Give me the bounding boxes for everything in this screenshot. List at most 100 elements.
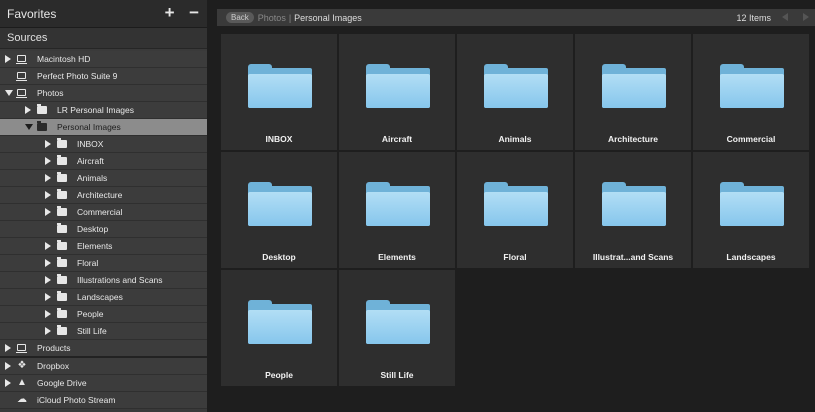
folder-icon (37, 121, 47, 131)
disclosure-closed-icon[interactable] (45, 191, 51, 199)
disclosure-closed-icon[interactable] (45, 293, 51, 301)
folder-tile[interactable]: Commercial (693, 34, 809, 150)
folder-tile[interactable]: Floral (457, 152, 573, 268)
sidebar-item-label: INBOX (77, 139, 104, 149)
sidebar-item[interactable]: ☁ iCloud Photo Stream (0, 392, 207, 409)
sidebar-item[interactable]: People (0, 306, 207, 323)
sidebar-item-label: Floral (77, 258, 99, 268)
breadcrumb-parent[interactable]: Photos (258, 13, 286, 23)
sidebar-item[interactable]: Landscapes (0, 289, 207, 306)
drive-icon (16, 55, 27, 64)
sources-header: Sources (0, 28, 207, 49)
disclosure-closed-icon[interactable] (45, 208, 51, 216)
folder-label: Desktop (262, 252, 296, 262)
folder-icon (57, 155, 67, 165)
folder-tile[interactable]: Landscapes (693, 152, 809, 268)
sidebar-item[interactable]: Photos (0, 85, 207, 102)
disclosure-closed-icon[interactable] (45, 157, 51, 165)
disclosure-closed-icon[interactable] (45, 259, 51, 267)
folder-tile[interactable]: People (221, 270, 337, 386)
sidebar-item-label: Elements (77, 241, 113, 251)
folder-icon (57, 274, 67, 284)
sidebar-item[interactable]: Perfect Photo Suite 9 (0, 68, 207, 85)
folder-icon (366, 182, 430, 226)
folder-tile[interactable]: Elements (339, 152, 455, 268)
dropbox-icon: ❖ (17, 360, 27, 371)
drive-icon (16, 72, 27, 81)
back-button[interactable]: Back (226, 12, 254, 23)
disclosure-closed-icon[interactable] (45, 310, 51, 318)
folder-label: Commercial (726, 134, 776, 144)
folder-tile[interactable]: Animals (457, 34, 573, 150)
add-favorite-button[interactable]: + (165, 3, 175, 22)
sidebar-item[interactable]: Elements (0, 238, 207, 255)
folder-icon (57, 172, 67, 182)
sidebar-item-label: Google Drive (37, 378, 87, 388)
disclosure-closed-icon[interactable] (45, 174, 51, 182)
folder-tile[interactable]: INBOX (221, 34, 337, 150)
cloud-icon: ☁ (17, 394, 27, 405)
sidebar-item-label: Perfect Photo Suite 9 (37, 71, 118, 81)
sidebar-item[interactable]: Floral (0, 255, 207, 272)
remove-favorite-button[interactable]: − (189, 3, 199, 22)
disclosure-closed-icon[interactable] (45, 276, 51, 284)
disclosure-open-icon[interactable] (5, 90, 13, 96)
folder-tile[interactable]: Illustrat...and Scans (575, 152, 691, 268)
folder-icon (366, 300, 430, 344)
sidebar: Favorites + − Sources Macintosh HD Perfec… (0, 0, 207, 412)
sidebar-item[interactable]: Commercial (0, 204, 207, 221)
sidebar-item[interactable]: Still Life (0, 323, 207, 340)
sidebar-item[interactable]: ▲ Google Drive (0, 375, 207, 392)
sidebar-item[interactable]: Illustrations and Scans (0, 272, 207, 289)
sidebar-item[interactable]: Aircraft (0, 153, 207, 170)
sidebar-item[interactable]: Architecture (0, 187, 207, 204)
disclosure-closed-icon[interactable] (45, 140, 51, 148)
disclosure-closed-icon[interactable] (25, 106, 31, 114)
disclosure-closed-icon[interactable] (5, 55, 11, 63)
folder-icon (57, 308, 67, 318)
disclosure-closed-icon[interactable] (5, 344, 11, 352)
previous-arrow-icon[interactable] (782, 13, 788, 21)
folder-icon (248, 64, 312, 108)
folder-label: Aircraft (381, 134, 413, 144)
sidebar-item[interactable]: Animals (0, 170, 207, 187)
folder-icon (57, 257, 67, 267)
folder-icon (57, 206, 67, 216)
disclosure-closed-icon[interactable] (45, 242, 51, 250)
folder-tile[interactable]: Architecture (575, 34, 691, 150)
disclosure-open-icon[interactable] (25, 124, 33, 130)
favorites-title: Favorites (7, 6, 57, 21)
folder-icon (248, 300, 312, 344)
sidebar-item-label: Photos (37, 88, 64, 98)
item-count: 12 Items (736, 12, 771, 23)
sidebar-item-label: Personal Images (57, 122, 121, 132)
folder-tile[interactable]: Still Life (339, 270, 455, 386)
sidebar-item[interactable]: LR Personal Images (0, 102, 207, 119)
folder-icon (720, 182, 784, 226)
sidebar-item[interactable]: Macintosh HD (0, 51, 207, 68)
folder-icon (484, 64, 548, 108)
sidebar-item-label: Animals (77, 173, 108, 183)
sidebar-item[interactable]: Desktop (0, 221, 207, 238)
folder-tile[interactable]: Aircraft (339, 34, 455, 150)
folder-label: People (265, 370, 293, 380)
folder-icon (57, 325, 67, 335)
folder-icon (57, 189, 67, 199)
folder-tile[interactable]: Desktop (221, 152, 337, 268)
sidebar-item-label: Illustrations and Scans (77, 275, 163, 285)
next-arrow-icon[interactable] (803, 13, 809, 21)
folder-label: Animals (498, 134, 532, 144)
sidebar-item-label: LR Personal Images (57, 105, 135, 115)
drive-icon (16, 89, 27, 98)
sidebar-item-label: Still Life (77, 326, 107, 336)
disclosure-closed-icon[interactable] (5, 379, 11, 387)
disclosure-closed-icon[interactable] (5, 362, 11, 370)
sidebar-item[interactable]: INBOX (0, 136, 207, 153)
disclosure-closed-icon[interactable] (45, 327, 51, 335)
folder-label: Elements (378, 252, 416, 262)
sidebar-item[interactable]: Personal Images (0, 119, 207, 136)
sidebar-item[interactable]: ❖ Dropbox (0, 358, 207, 375)
folder-label: Architecture (607, 134, 659, 144)
sidebar-item[interactable]: Products (0, 340, 207, 358)
folder-icon (602, 182, 666, 226)
